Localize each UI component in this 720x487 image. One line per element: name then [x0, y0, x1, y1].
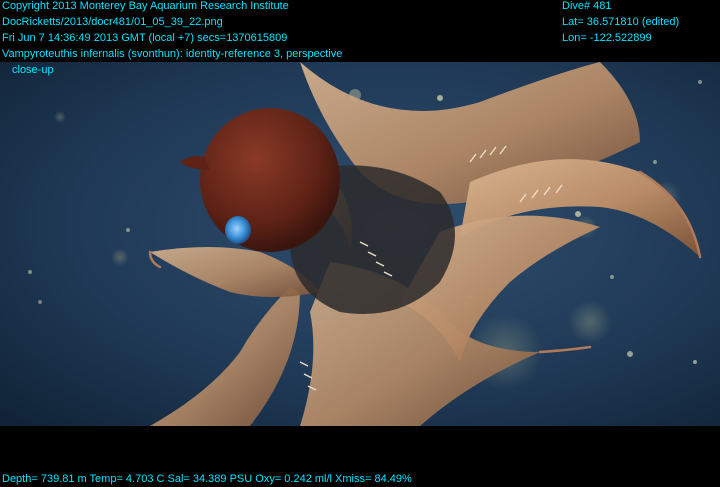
- dive-number: Dive# 481: [562, 0, 612, 12]
- vampire-squid-image: [0, 62, 720, 426]
- longitude-readout: Lon= -122.522899: [562, 32, 652, 44]
- species-annotation-continued: close-up: [12, 64, 54, 76]
- file-path-text: DocRicketts/2013/docr481/01_05_39_22.png: [2, 16, 223, 28]
- underwater-photo: [0, 62, 720, 426]
- eye: [225, 216, 251, 244]
- copyright-text: Copyright 2013 Monterey Bay Aquarium Res…: [2, 0, 289, 12]
- sensor-readout: Depth= 739.81 m Temp= 4.703 C Sal= 34.38…: [2, 473, 412, 485]
- species-annotation: Vampyroteuthis infernalis (svonthun): id…: [2, 48, 343, 60]
- timestamp-text: Fri Jun 7 14:36:49 2013 GMT (local +7) s…: [2, 32, 288, 44]
- latitude-readout: Lat= 36.571810 (edited): [562, 16, 680, 28]
